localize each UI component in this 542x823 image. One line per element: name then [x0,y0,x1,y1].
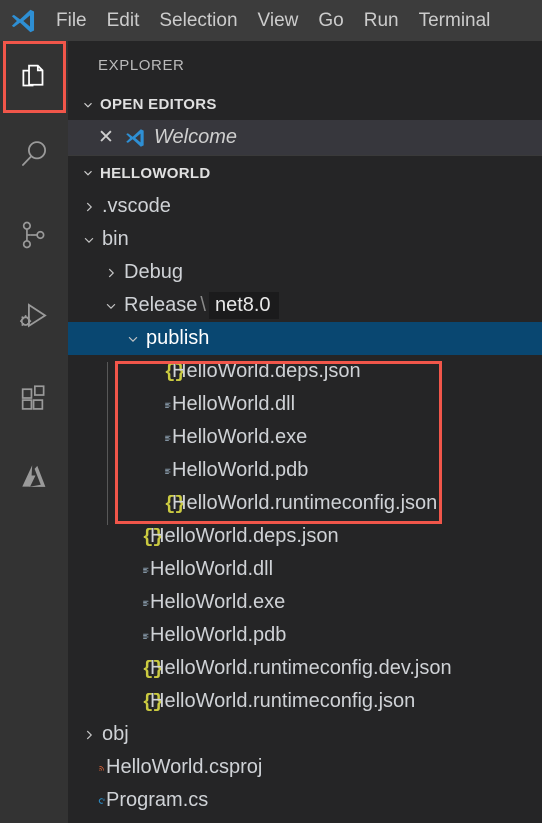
tree-item-label: publish [146,327,210,349]
open-editor-welcome[interactable]: ✕ Welcome [68,120,542,155]
tree-file-row[interactable]: {} HelloWorld.runtimeconfig.json [68,685,542,718]
chevron-down-icon [76,166,100,180]
source-control-branch-icon [17,218,51,252]
tree-item-label: HelloWorld.runtimeconfig.json [150,690,416,712]
tree-item-label: obj [102,723,129,745]
svg-text:#: # [103,798,105,802]
tree-file-row[interactable]: HelloWorld.dll [68,388,542,421]
tree-file-row[interactable]: HelloWorld.csproj [68,751,542,784]
activity-item-explorer[interactable] [0,41,68,113]
tree-item-label: Program.cs [106,789,209,811]
tree-file-row[interactable]: {} HelloWorld.deps.json [68,355,542,388]
tree-file-row[interactable]: # Program.cs [68,784,542,817]
menu-bar: File Edit Selection View Go Run Terminal [0,0,542,41]
activity-item-search[interactable] [0,113,68,195]
json-file-icon: {} [142,657,164,680]
vscode-logo-icon [0,0,46,41]
file-tree: .vscode bin Debug Release \ net8.0 publish{} He… [68,190,542,817]
tree-item-label: HelloWorld.deps.json [150,525,339,547]
section-header-open-editors[interactable]: OPEN EDITORS [68,89,542,120]
activity-item-extensions[interactable] [0,357,68,437]
extensions-blocks-icon [17,380,51,414]
search-icon [16,136,52,172]
section-header-helloworld[interactable]: HELLOWORLD [68,156,542,190]
tree-file-row[interactable]: HelloWorld.pdb [68,619,542,652]
chevron-down-icon [76,98,100,112]
tree-file-row[interactable]: HelloWorld.exe [68,421,542,454]
tree-item-label: HelloWorld.pdb [150,624,287,646]
tree-item-label: HelloWorld.csproj [106,756,263,778]
tree-item-label: HelloWorld.dll [172,393,296,415]
binary-file-icon [142,428,172,448]
path-separator: \ [200,294,206,316]
menu-selection[interactable]: Selection [149,7,247,34]
compact-folder-label[interactable]: net8.0 [208,292,279,327]
tree-item-label: HelloWorld.exe [172,426,308,448]
compact-folder-segment[interactable]: \ net8.0 [197,292,279,327]
json-file-icon: {} [164,492,186,515]
section-header-label: OPEN EDITORS [100,96,217,113]
tree-folder-row[interactable]: obj [68,718,542,751]
tree-file-row[interactable]: HelloWorld.dll [68,553,542,586]
tree-item-label: Debug [124,261,183,283]
close-icon[interactable]: ✕ [98,126,124,149]
activity-item-azure[interactable] [0,437,68,517]
menu-edit[interactable]: Edit [97,7,150,34]
tree-folder-row[interactable]: Release \ net8.0 [68,289,542,327]
workspace-label: HELLOWORLD [100,164,211,182]
tree-item-label: HelloWorld.dll [150,558,274,580]
explorer-sidebar: EXPLORER OPEN EDITORS ✕ Welcome HELLOWOR… [68,41,542,823]
tree-item-label: HelloWorld.runtimeconfig.json [172,492,438,514]
json-file-icon: {} [164,360,186,383]
tree-item-label: HelloWorld.pdb [172,459,309,481]
menu-terminal[interactable]: Terminal [409,7,501,34]
activity-item-source-control[interactable] [0,195,68,275]
binary-file-icon [120,560,150,580]
chevron-down-icon[interactable] [98,299,124,313]
tree-file-row[interactable]: {} HelloWorld.deps.json [68,520,542,553]
open-editor-label: Welcome [154,126,237,148]
tree-folder-row[interactable]: publish [68,322,542,355]
activity-item-run-debug[interactable] [0,275,68,357]
tree-file-row[interactable]: {} HelloWorld.runtimeconfig.dev.json [68,652,542,685]
json-file-icon: {} [142,690,164,713]
tree-item-label: HelloWorld.runtimeconfig.dev.json [150,657,452,679]
menu-run[interactable]: Run [354,7,409,34]
menu-go[interactable]: Go [308,7,353,34]
tree-item-label: .vscode [102,195,171,217]
tree-item-label: Release [124,294,198,316]
explorer-files-icon [17,60,51,94]
tree-file-row[interactable]: HelloWorld.pdb [68,454,542,487]
chevron-right-icon[interactable] [76,200,102,214]
vscode-window: File Edit Selection View Go Run Terminal [0,0,542,823]
json-file-icon: {} [142,525,164,548]
tree-folder-row[interactable]: .vscode [68,190,542,223]
vscode-logo-icon [124,127,154,149]
run-and-debug-icon [16,298,52,334]
azure-logo-icon [16,459,52,495]
chevron-right-icon[interactable] [76,728,102,742]
csharp-file-icon: # [76,791,106,811]
tree-file-row[interactable]: HelloWorld.exe [68,586,542,619]
menu-view[interactable]: View [248,7,309,34]
binary-file-icon [120,593,150,613]
chevron-right-icon[interactable] [98,266,124,280]
chevron-down-icon[interactable] [76,233,102,247]
binary-file-icon [120,626,150,646]
menu-file[interactable]: File [46,7,97,34]
chevron-down-icon[interactable] [120,332,146,346]
tree-file-row[interactable]: {} HelloWorld.runtimeconfig.json [68,487,542,520]
binary-file-icon [142,395,172,415]
csproj-file-icon [76,758,106,778]
binary-file-icon [142,461,172,481]
tree-folder-row[interactable]: Debug [68,256,542,289]
tree-folder-row[interactable]: bin [68,223,542,256]
activity-bar [0,41,68,823]
sidebar-title: EXPLORER [98,56,185,74]
tree-item-label: bin [102,228,129,250]
tree-item-label: HelloWorld.exe [150,591,286,613]
tree-item-label: HelloWorld.deps.json [172,360,361,382]
